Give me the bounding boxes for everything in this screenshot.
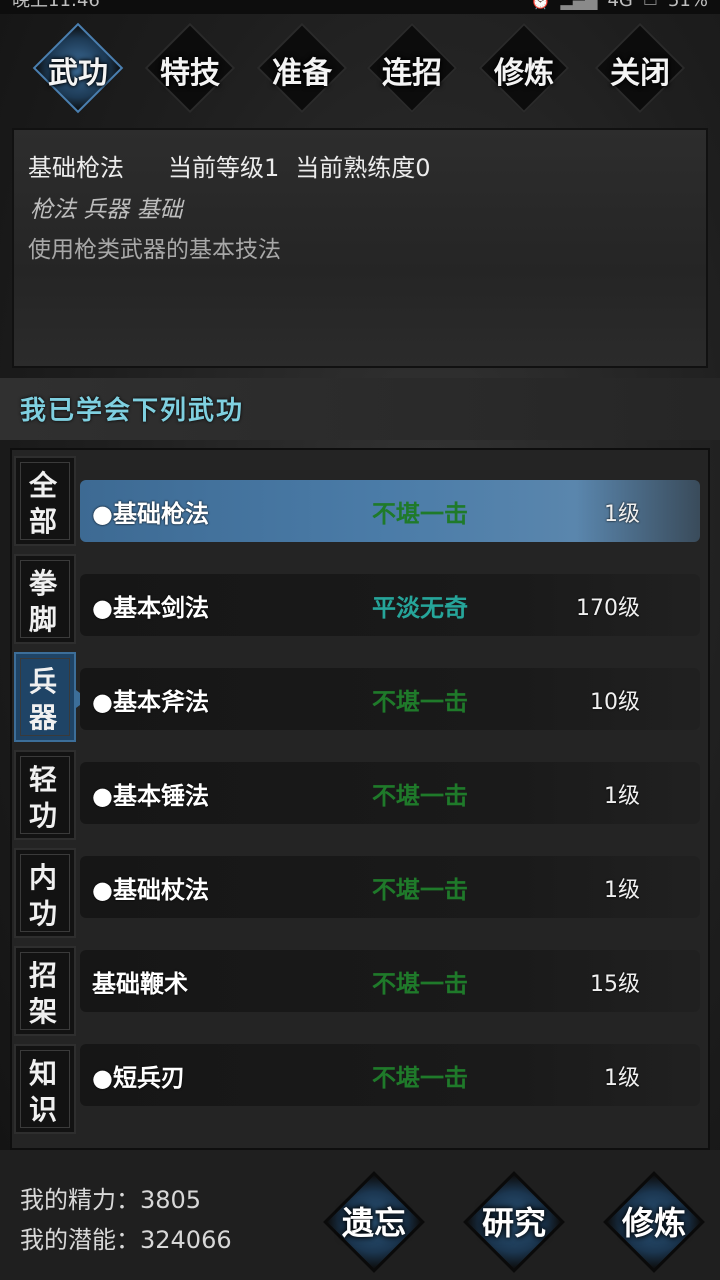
tab-label: 修炼 xyxy=(494,56,554,91)
battery-icon: ▭ xyxy=(642,0,658,10)
skill-level: 1级 xyxy=(604,502,640,527)
skill-name: ●基础枪法 xyxy=(92,499,209,528)
energy-stat: 我的精力：3805 xyxy=(20,1180,201,1215)
tab-close[interactable]: 关闭 xyxy=(590,22,690,114)
skill-grade: 不堪一击 xyxy=(372,781,468,810)
train-button[interactable]: 修炼 xyxy=(594,1171,714,1276)
skill-detail-tags: 枪法 兵器 基础 xyxy=(30,197,183,223)
status-icons: ⏰ ▂▄▆ 4G ▭ 51% xyxy=(530,0,708,11)
potential-label: 我的潜能： xyxy=(20,1226,140,1254)
skill-row[interactable]: ●基本斧法 不堪一击 10级 xyxy=(80,668,700,730)
learned-skills-header: 我已学会下列武功 xyxy=(0,378,720,440)
category-lightness[interactable]: 轻功 xyxy=(14,750,76,840)
category-text: 内功 xyxy=(28,861,57,930)
alarm-icon: ⏰ xyxy=(530,0,551,10)
skill-detail-header: 基础枪法 当前等级1 当前熟练度0 xyxy=(28,148,475,183)
skill-detail-proficiency: 当前熟练度0 xyxy=(295,154,431,182)
top-tab-bar: 武功 特技 准备 连招 修炼 关闭 xyxy=(0,14,720,124)
tab-label: 准备 xyxy=(272,56,332,91)
skill-row[interactable]: ●基础杖法 不堪一击 1级 xyxy=(80,856,700,918)
app-root: 晚上11:46 ⏰ ▂▄▆ 4G ▭ 51% 武功 特技 准备 连招 修炼 关闭… xyxy=(0,0,720,1280)
tab-label: 连招 xyxy=(382,56,442,91)
potential-stat: 我的潜能：324066 xyxy=(20,1220,232,1255)
skill-grade: 不堪一击 xyxy=(372,499,468,528)
tab-train[interactable]: 修炼 xyxy=(474,22,574,114)
skill-level: 10级 xyxy=(590,690,640,715)
skill-level: 15级 xyxy=(590,972,640,997)
tab-label: 武功 xyxy=(48,56,108,91)
skill-row[interactable]: ●短兵刃 不堪一击 1级 xyxy=(80,1044,700,1106)
skill-detail-level: 当前等级1 xyxy=(168,154,280,182)
category-weapons[interactable]: 兵器 xyxy=(14,652,88,742)
category-label: 全部 xyxy=(16,468,70,540)
skill-detail-description: 使用枪类武器的基本技法 xyxy=(28,237,281,263)
skill-name: ●短兵刃 xyxy=(92,1063,185,1092)
tab-label: 关闭 xyxy=(610,56,670,91)
category-label: 招架 xyxy=(16,958,70,1030)
skill-level: 1级 xyxy=(604,1066,640,1091)
category-parry[interactable]: 招架 xyxy=(14,946,76,1036)
category-label: 兵器 xyxy=(16,664,70,736)
forget-button[interactable]: 遗忘 xyxy=(314,1171,434,1276)
category-text: 拳脚 xyxy=(28,567,57,636)
category-label: 内功 xyxy=(16,860,70,932)
network-type: 4G xyxy=(607,0,633,11)
category-text: 全部 xyxy=(28,469,57,538)
category-text: 轻功 xyxy=(28,763,57,832)
skill-row[interactable]: ●基础枪法 不堪一击 1级 xyxy=(80,480,700,542)
bottom-bar: 我的精力：3805 我的潜能：324066 遗忘 研究 修炼 xyxy=(0,1150,720,1280)
skill-level: 1级 xyxy=(604,784,640,809)
skill-grade: 平淡无奇 xyxy=(372,593,468,622)
energy-label: 我的精力： xyxy=(20,1186,140,1214)
skill-row[interactable]: 基础鞭术 不堪一击 15级 xyxy=(80,950,700,1012)
category-text: 兵器 xyxy=(28,665,57,734)
skill-grade: 不堪一击 xyxy=(372,969,468,998)
status-time: 晚上11:46 xyxy=(12,0,100,11)
button-label: 研究 xyxy=(481,1204,546,1242)
category-label: 知识 xyxy=(16,1056,70,1128)
section-title: 我已学会下列武功 xyxy=(20,396,245,426)
skill-grade: 不堪一击 xyxy=(372,1063,468,1092)
status-bar: 晚上11:46 ⏰ ▂▄▆ 4G ▭ 51% xyxy=(0,0,720,14)
skills-list-area: 全部 拳脚 兵器 轻功 内功 招架 知识 ●基础枪法 不堪一击 1级 ●基本剑法… xyxy=(10,448,710,1150)
skill-name: ●基础杖法 xyxy=(92,875,209,904)
skill-grade: 不堪一击 xyxy=(372,875,468,904)
tab-label: 特技 xyxy=(160,56,220,91)
category-knowledge[interactable]: 知识 xyxy=(14,1044,76,1134)
skill-name: ●基本斧法 xyxy=(92,687,209,716)
category-text: 招架 xyxy=(28,959,57,1028)
button-label: 遗忘 xyxy=(341,1204,406,1242)
skill-detail-panel: 基础枪法 当前等级1 当前熟练度0 枪法 兵器 基础 使用枪类武器的基本技法 xyxy=(12,128,708,368)
tab-martial-arts[interactable]: 武功 xyxy=(28,22,128,114)
skill-row[interactable]: ●基本锤法 不堪一击 1级 xyxy=(80,762,700,824)
energy-value: 3805 xyxy=(140,1186,202,1214)
category-inner-power[interactable]: 内功 xyxy=(14,848,76,938)
skill-name: ●基本锤法 xyxy=(92,781,209,810)
skill-grade: 不堪一击 xyxy=(372,687,468,716)
research-button[interactable]: 研究 xyxy=(454,1171,574,1276)
skill-name: ●基本剑法 xyxy=(92,593,209,622)
tab-combo[interactable]: 连招 xyxy=(362,22,462,114)
tab-special-skills[interactable]: 特技 xyxy=(140,22,240,114)
category-all[interactable]: 全部 xyxy=(14,456,76,546)
tab-prepare[interactable]: 准备 xyxy=(252,22,352,114)
skill-level: 1级 xyxy=(604,878,640,903)
button-label: 修炼 xyxy=(621,1204,686,1242)
category-label: 拳脚 xyxy=(16,566,70,638)
battery-level: 51% xyxy=(667,0,708,11)
skill-row[interactable]: ●基本剑法 平淡无奇 170级 xyxy=(80,574,700,636)
category-label: 轻功 xyxy=(16,762,70,834)
potential-value: 324066 xyxy=(140,1226,232,1254)
skill-name: 基础鞭术 xyxy=(92,969,188,998)
skill-detail-name: 基础枪法 xyxy=(28,154,124,182)
skill-level: 170级 xyxy=(576,596,640,621)
category-text: 知识 xyxy=(28,1057,57,1126)
category-fist-kick[interactable]: 拳脚 xyxy=(14,554,76,644)
signal-icon: ▂▄▆ xyxy=(560,0,598,10)
